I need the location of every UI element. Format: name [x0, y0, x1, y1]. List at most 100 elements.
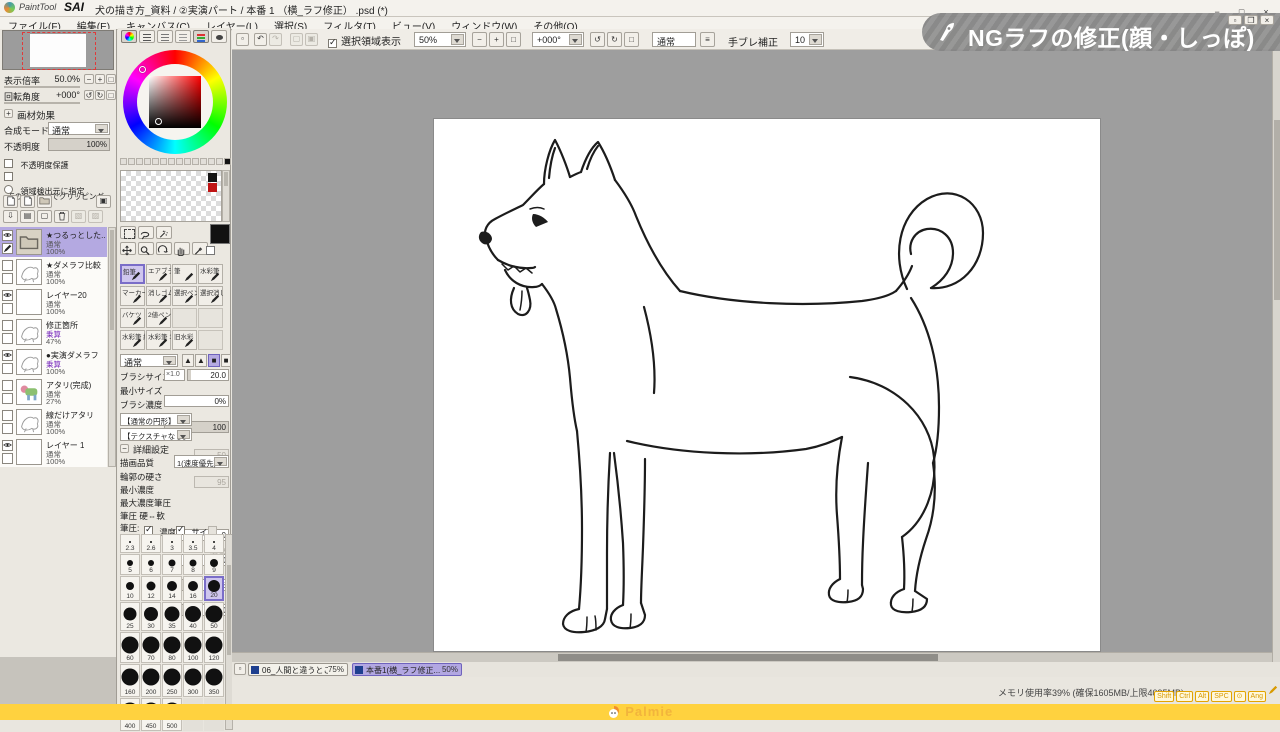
canvas-h-scrollbar[interactable] [232, 652, 1272, 662]
tab-doc-1[interactable]: 06_人間と違うとこ同... 75% [248, 663, 348, 676]
size-preset-200[interactable]: 200 [141, 664, 161, 697]
chevron-down-icon[interactable] [177, 415, 190, 424]
brush-tool-2[interactable]: エアブラシ [146, 264, 171, 284]
rgb-slider-tab[interactable] [139, 30, 155, 43]
rect-select-tool[interactable] [120, 226, 136, 239]
color-mixer-tab[interactable] [175, 30, 191, 43]
hand-tool[interactable] [174, 242, 190, 255]
show-selection-checkbox[interactable] [328, 39, 337, 48]
transfer-down-button[interactable]: ⇩ [3, 210, 18, 223]
size-preset-5[interactable]: 5 [120, 554, 140, 575]
scratch-red-swatch[interactable] [208, 183, 217, 192]
palette-swatch[interactable] [160, 158, 167, 165]
material-expand-icon[interactable]: + [4, 109, 13, 118]
palette-swatch[interactable] [120, 158, 127, 165]
selection-mode-select[interactable]: 通常 [652, 32, 696, 47]
canvas-rotate-ccw-button[interactable]: ↺ [590, 32, 605, 47]
hsv-slider-tab[interactable] [157, 30, 173, 43]
size-preset-3[interactable]: 3 [162, 534, 182, 553]
child-restore-button[interactable]: ❐ [1244, 15, 1258, 25]
tip-shape-square2[interactable]: ■ [221, 354, 231, 367]
layer-paint-indicator[interactable] [2, 453, 13, 464]
layer-row-6[interactable]: アタリ(完成)通常27% [0, 377, 107, 408]
chevron-down-icon[interactable] [451, 34, 464, 45]
size-preset-80[interactable]: 80 [162, 632, 182, 663]
toolbar-misc-button[interactable]: ▫ [236, 33, 249, 46]
size-preset-60[interactable]: 60 [120, 632, 140, 663]
brush-tool-1[interactable]: 鉛筆 [120, 264, 145, 284]
blend-mode-select[interactable]: 通常 [48, 122, 110, 135]
brush-tool-7[interactable]: 選択ペン [172, 286, 197, 306]
undo-button[interactable]: ↶ [254, 33, 267, 46]
layer-visibility-toggle[interactable] [2, 350, 13, 361]
scratchpad-tab[interactable] [211, 30, 227, 43]
brush-tool-5[interactable]: マーカー [120, 286, 145, 306]
background-color-chip[interactable] [206, 246, 215, 255]
brush-tool-15[interactable]: 旧水彩 [172, 330, 197, 350]
size-preset-4[interactable]: 4 [204, 534, 224, 553]
min-size-slider[interactable]: 0% [164, 395, 229, 407]
size-preset-9[interactable]: 9 [204, 554, 224, 575]
layer-visibility-toggle[interactable] [2, 260, 13, 271]
edge-shape-select[interactable]: 【通常の円形】 [120, 413, 192, 426]
size-preset-70[interactable]: 70 [141, 632, 161, 663]
chevron-down-icon[interactable] [163, 356, 176, 365]
size-preset-300[interactable]: 300 [183, 664, 203, 697]
chevron-down-icon[interactable] [177, 430, 190, 439]
magic-wand-tool[interactable] [156, 226, 172, 239]
rotate-view-tool[interactable] [156, 242, 172, 255]
layer-list-scrollbar[interactable] [108, 227, 116, 467]
quality-select[interactable]: 1(速度優先) [174, 455, 229, 468]
layer-paint-indicator[interactable] [2, 243, 13, 254]
zoom-tool[interactable] [138, 242, 154, 255]
layer-paint-indicator[interactable] [2, 393, 13, 404]
rotate-cw-button[interactable]: ↻ [95, 90, 105, 100]
size-preset-14[interactable]: 14 [162, 576, 182, 601]
size-preset-2.3[interactable]: 2.3 [120, 534, 140, 553]
layer-row-4[interactable]: 修正箇所乗算47% [0, 317, 107, 348]
v-scrollbar-thumb[interactable] [1274, 120, 1280, 300]
brush-mode-select[interactable]: 通常 [120, 354, 178, 367]
size-preset-2.6[interactable]: 2.6 [141, 534, 161, 553]
layer-row-1[interactable]: ★つるっとした..通常100% [0, 227, 107, 258]
layer-row-7[interactable]: 線だけアタリ通常100% [0, 407, 107, 438]
size-preset-350[interactable]: 350 [204, 664, 224, 697]
layer-visibility-toggle[interactable] [2, 290, 13, 301]
layer-opacity-slider[interactable]: 100% [48, 138, 110, 151]
palette-swatch[interactable] [176, 158, 183, 165]
hue-marker[interactable] [139, 66, 146, 73]
palette-swatch[interactable] [184, 158, 191, 165]
palette-swatch[interactable] [208, 158, 215, 165]
delete-layer-button[interactable] [54, 210, 69, 223]
advanced-collapse-icon[interactable]: − [120, 444, 129, 453]
swatches-tab[interactable] [193, 30, 209, 43]
size-preset-120[interactable]: 120 [204, 632, 224, 663]
size-preset-40[interactable]: 40 [183, 602, 203, 631]
palette-swatch[interactable] [144, 158, 151, 165]
tip-shape-square1[interactable]: ■ [208, 354, 220, 367]
scratchpad-scrollbar[interactable] [222, 170, 230, 222]
color-wheel-tab[interactable] [121, 30, 137, 43]
layer-row-2[interactable]: ★ダメラフ比較通常100% [0, 257, 107, 288]
size-preset-10[interactable]: 10 [120, 576, 140, 601]
palette-swatch[interactable] [200, 158, 207, 165]
size-preset-20[interactable]: 20 [204, 576, 224, 601]
canvas-rotation-select[interactable]: +000° [532, 32, 584, 47]
brush-size-slider[interactable]: 20.0 [187, 369, 229, 381]
size-preset-30[interactable]: 30 [141, 602, 161, 631]
texture-select[interactable]: 【テクスチャなし】 [120, 428, 192, 441]
merge-down-button[interactable]: ▤ [20, 210, 35, 223]
size-preset-100[interactable]: 100 [183, 632, 203, 663]
layer-paint-indicator[interactable] [2, 303, 13, 314]
layer-paint-indicator[interactable] [2, 363, 13, 374]
child-close-button[interactable]: × [1260, 15, 1274, 25]
brush-tool-13[interactable]: 水彩筆 細 [120, 330, 145, 350]
layer-visibility-toggle[interactable] [2, 320, 13, 331]
rotate-ccw-button[interactable]: ↺ [84, 90, 94, 100]
tip-shape-triangle2[interactable]: ▲ [195, 354, 207, 367]
canvas-zoom-reset-button[interactable]: □ [506, 32, 521, 47]
tab-list-button[interactable]: ▫ [234, 663, 246, 675]
layer-row-3[interactable]: レイヤー20通常100% [0, 287, 107, 318]
tab-doc-2[interactable]: 本番1(横_ラフ修正... 50% [352, 663, 462, 676]
size-preset-250[interactable]: 250 [162, 664, 182, 697]
